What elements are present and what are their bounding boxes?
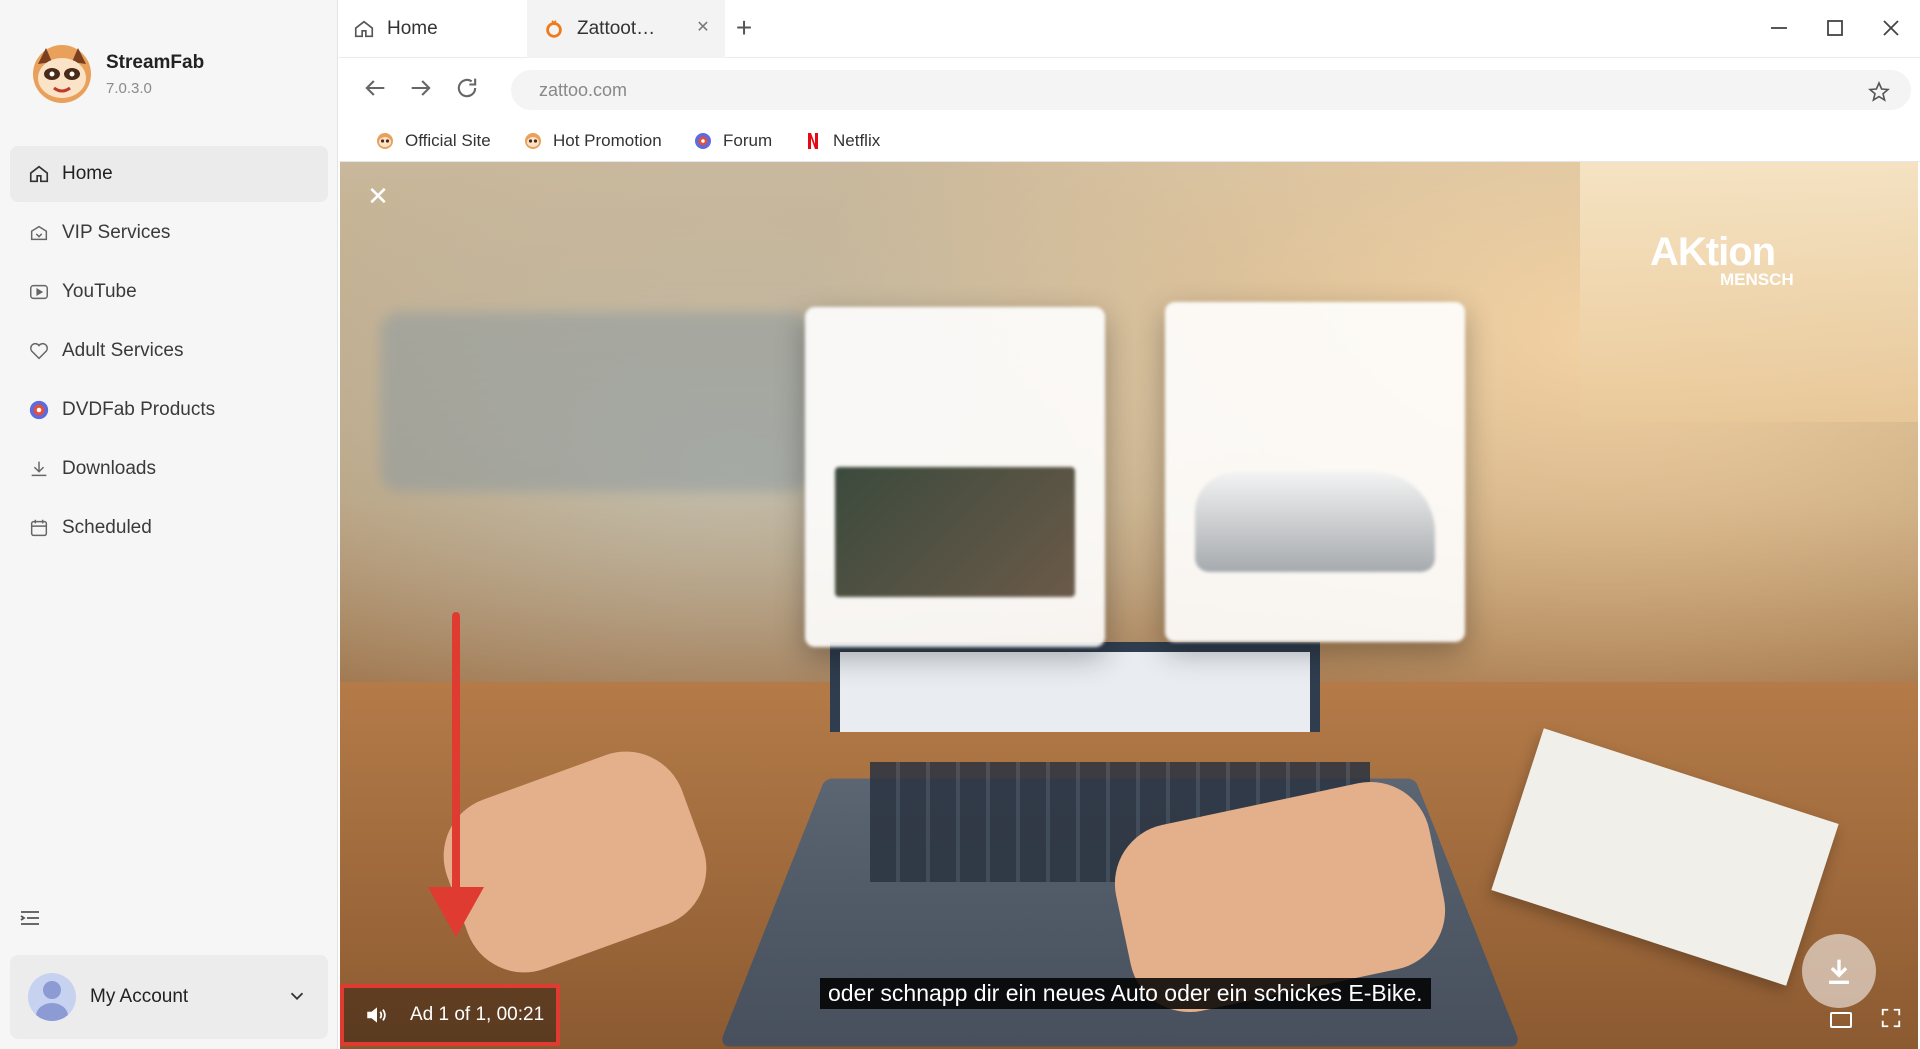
reload-icon[interactable] [453, 74, 483, 104]
bookmark-forum[interactable]: Forum [693, 126, 772, 156]
tab-bar: Home Zattoot… ✕ + [339, 0, 1920, 58]
streamfab-icon [525, 133, 541, 149]
bookmark-hot-promotion[interactable]: Hot Promotion [523, 126, 662, 156]
bookmark-label: Official Site [405, 131, 491, 150]
annotation-arrow-head [428, 887, 484, 937]
sidebar-item-vip-services[interactable]: VIP Services [10, 205, 328, 261]
maximize-icon[interactable] [1819, 12, 1851, 44]
sidebar-item-label: Adult Services [62, 340, 184, 361]
aktion-mensch-logo-sub: MENSCH [1720, 270, 1794, 289]
zattoo-icon [546, 20, 562, 38]
bookmark-label: Netflix [833, 131, 881, 150]
close-window-icon[interactable] [1875, 12, 1907, 44]
sidebar-nav: Home VIP Services YouTube Adult Services… [10, 146, 328, 559]
sidebar-item-label: YouTube [62, 281, 137, 302]
netflix-icon [808, 133, 818, 149]
streamfab-logo-icon [30, 42, 94, 106]
app-name: StreamFab [106, 51, 205, 73]
sidebar: StreamFab 7.0.3.0 Home VIP Services YouT… [0, 0, 338, 1049]
url-text: zattoo.com [539, 80, 628, 100]
sidebar-item-dvdfab-products[interactable]: DVDFab Products [10, 382, 328, 438]
dvdfab-icon [28, 399, 50, 421]
calendar-icon [28, 517, 50, 539]
tab-label: Zattoot… [577, 18, 656, 39]
sidebar-item-scheduled[interactable]: Scheduled [10, 500, 328, 556]
bookmark-netflix[interactable]: Netflix [803, 126, 880, 156]
brand: StreamFab 7.0.3.0 [30, 42, 204, 106]
sidebar-item-adult-services[interactable]: Adult Services [10, 323, 328, 379]
download-video-button[interactable] [1802, 934, 1876, 1008]
fullscreen-icon[interactable] [1880, 1007, 1902, 1029]
theater-mode-icon[interactable] [1830, 1012, 1852, 1028]
tab-zattoo[interactable]: Zattoot… ✕ [527, 0, 725, 58]
address-bar: zattoo.com [339, 58, 1920, 120]
aktion-mensch-logo: AKtion [1650, 230, 1776, 274]
video-frame-car-card [1165, 302, 1465, 642]
streamfab-icon [377, 133, 393, 149]
bookmarks-bar: Official Site Hot Promotion Forum Netfli… [339, 120, 1920, 162]
back-arrow-icon[interactable] [361, 74, 391, 104]
vip-icon [28, 222, 50, 244]
video-frame-background [1580, 162, 1918, 422]
sidebar-item-home[interactable]: Home [10, 146, 328, 202]
close-video-icon[interactable]: ✕ [364, 182, 392, 210]
video-player[interactable]: ✕ AKtion MENSCH oder schnapp dir ein neu… [340, 162, 1918, 1049]
heart-icon [28, 340, 50, 362]
sidebar-item-label: VIP Services [62, 222, 171, 243]
account-label: My Account [90, 986, 189, 1007]
account-menu[interactable]: My Account [10, 955, 328, 1039]
bookmark-official-site[interactable]: Official Site [375, 126, 491, 156]
sidebar-item-label: DVDFab Products [62, 399, 216, 420]
video-frame-house-card [805, 307, 1105, 647]
sidebar-item-label: Home [62, 163, 113, 184]
bookmark-label: Hot Promotion [553, 131, 662, 150]
video-subtitle: oder schnapp dir ein neues Auto oder ein… [820, 978, 1431, 1009]
close-tab-icon[interactable]: ✕ [695, 20, 711, 36]
video-frame-sofa [380, 312, 810, 492]
forum-icon [695, 133, 711, 149]
sidebar-item-downloads[interactable]: Downloads [10, 441, 328, 497]
volume-icon[interactable] [364, 1002, 390, 1028]
tab-label: Home [387, 18, 438, 39]
collapse-sidebar-icon[interactable] [18, 906, 42, 930]
bookmark-label: Forum [723, 131, 773, 150]
video-frame-laptop-screen [830, 642, 1320, 732]
sidebar-item-label: Scheduled [62, 517, 152, 538]
download-icon [1829, 959, 1849, 985]
minimize-icon[interactable] [1763, 12, 1795, 44]
tab-home[interactable]: Home [353, 0, 539, 58]
home-icon [354, 20, 374, 38]
ad-indicator: Ad 1 of 1, 00:21 [340, 984, 560, 1046]
ad-status-text: Ad 1 of 1, 00:21 [410, 1004, 545, 1025]
home-icon [28, 163, 50, 185]
url-input[interactable]: zattoo.com [511, 70, 1911, 110]
annotation-arrow [452, 612, 460, 902]
youtube-icon [28, 281, 50, 303]
download-icon [28, 458, 50, 480]
chevron-down-icon [286, 985, 308, 1007]
forward-arrow-icon[interactable] [407, 74, 437, 104]
sidebar-item-youtube[interactable]: YouTube [10, 264, 328, 320]
sidebar-item-label: Downloads [62, 458, 156, 479]
avatar [28, 973, 76, 1021]
bookmark-star-icon[interactable] [1867, 78, 1891, 102]
new-tab-button[interactable]: + [729, 14, 759, 44]
app-version: 7.0.3.0 [106, 79, 152, 97]
